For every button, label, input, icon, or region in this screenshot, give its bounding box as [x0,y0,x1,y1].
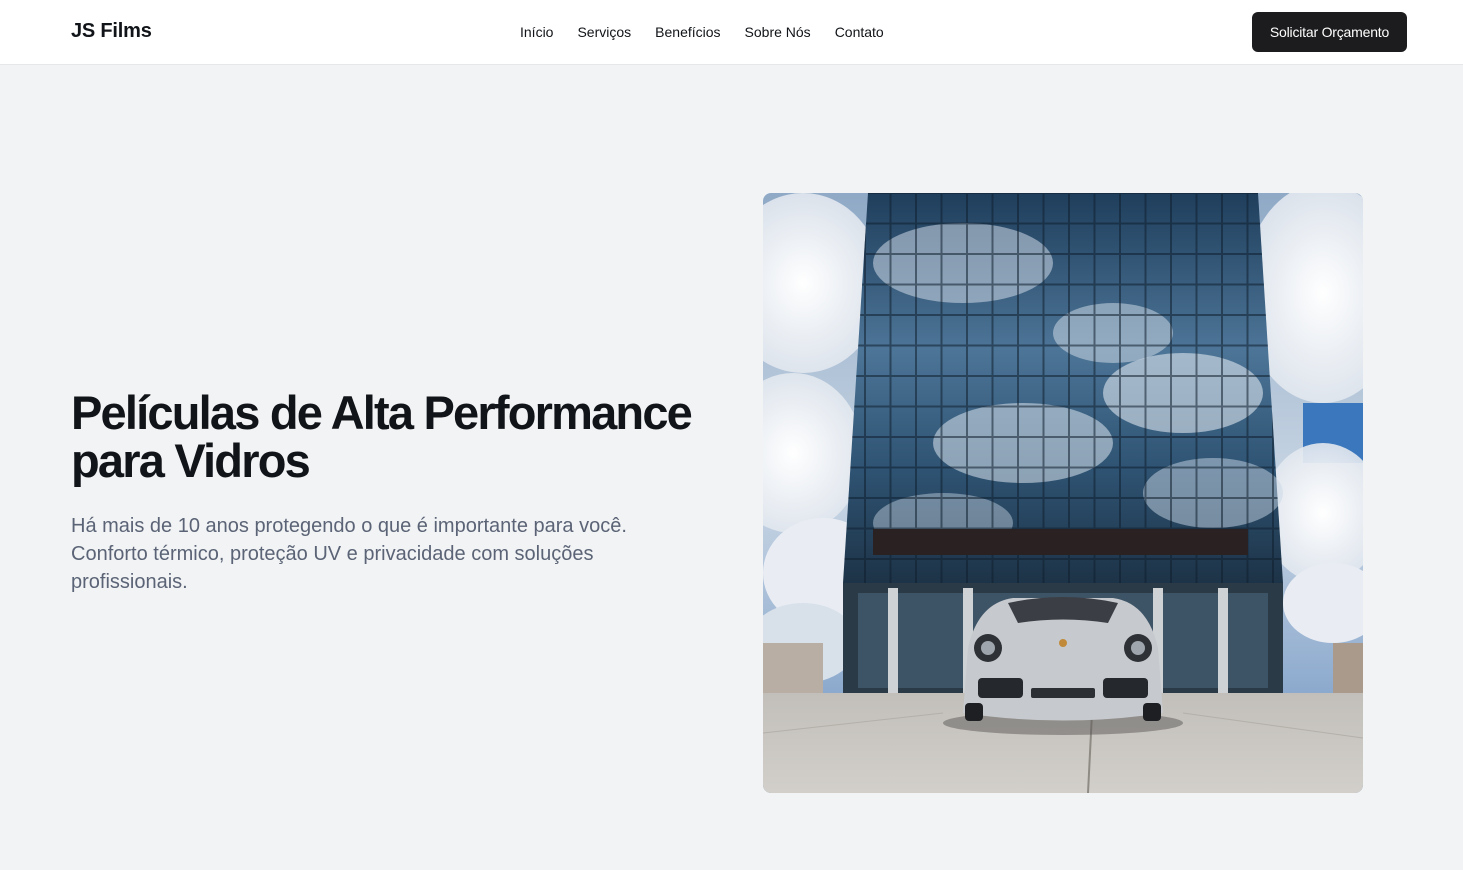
main-nav: Início Serviços Benefícios Sobre Nós Con… [520,24,884,40]
nav-link-beneficios[interactable]: Benefícios [655,24,720,40]
building-car-photo-icon [763,193,1363,793]
hero-subtitle: Há mais de 10 anos protegendo o que é im… [71,515,627,593]
nav-link-servicos[interactable]: Serviços [577,24,631,40]
brand-logo[interactable]: JS Films [71,20,152,43]
request-quote-button[interactable]: Solicitar Orçamento [1252,12,1407,52]
nav-link-inicio[interactable]: Início [520,24,553,40]
nav-link-contato[interactable]: Contato [835,24,884,40]
nav-link-sobre-nos[interactable]: Sobre Nós [745,24,811,40]
hero-title: Películas de Alta Performance para Vidro… [71,386,693,487]
hero-image [763,193,1363,793]
top-navbar: JS Films Início Serviços Benefícios Sobr… [0,0,1463,65]
